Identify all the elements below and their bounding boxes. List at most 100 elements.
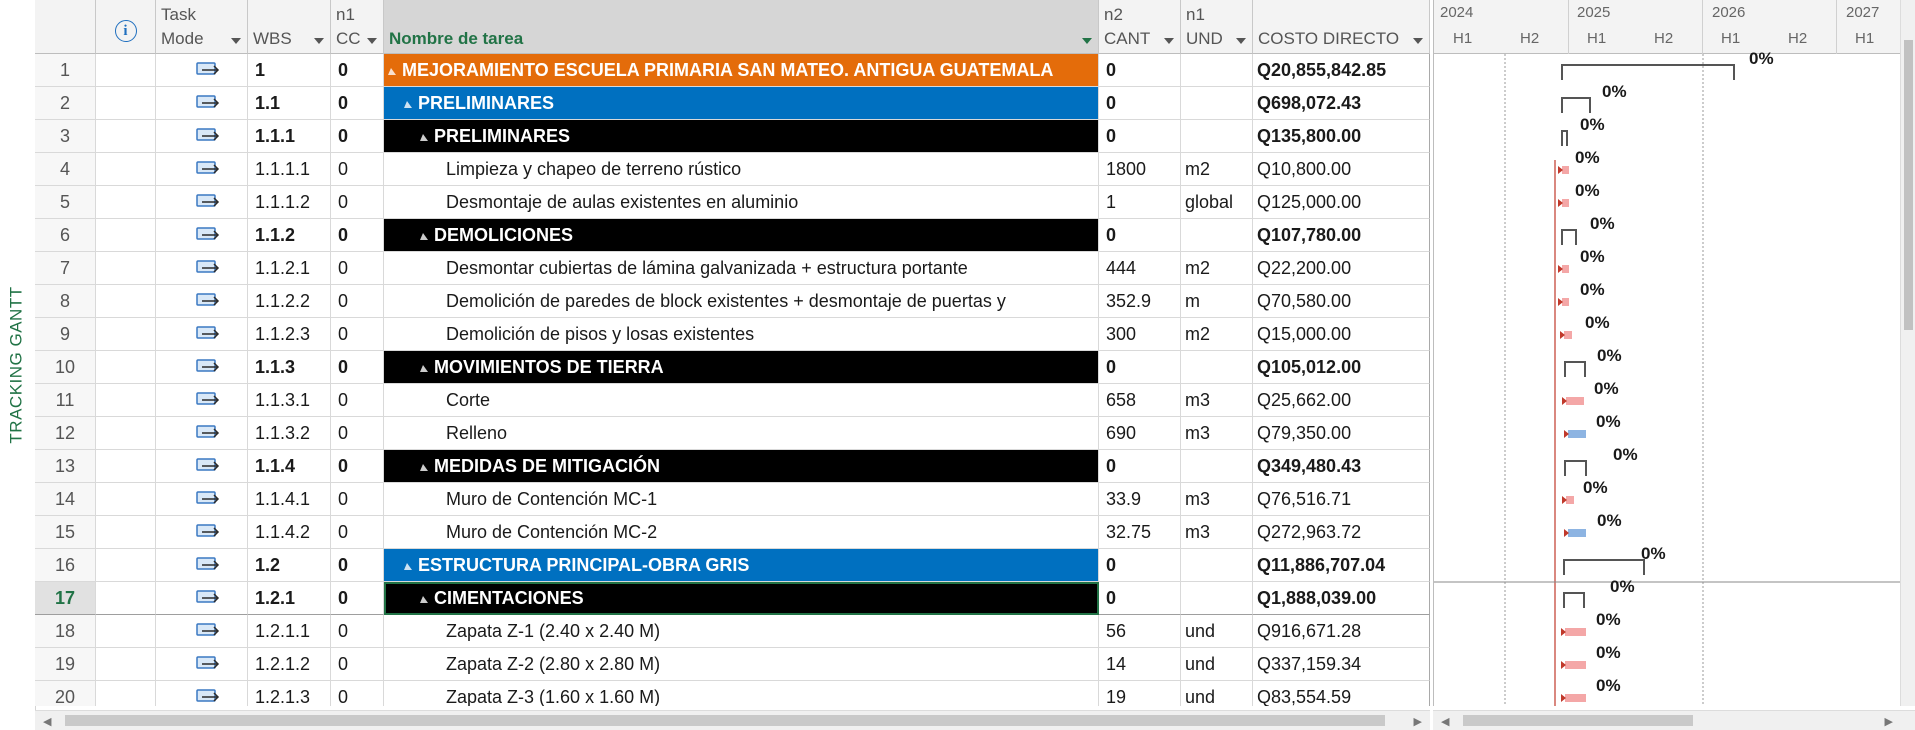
row-id-cell[interactable]: 1 bbox=[35, 54, 96, 87]
cost-cell[interactable]: Q698,072.43 bbox=[1253, 87, 1430, 120]
indicators-cell[interactable] bbox=[96, 252, 156, 285]
sheet-horizontal-scrollbar[interactable]: ◀ ▶ bbox=[35, 710, 1430, 730]
und-cell[interactable] bbox=[1181, 450, 1253, 483]
column-header-task-mode[interactable]: Task Mode bbox=[156, 0, 248, 54]
scroll-right-arrow-icon[interactable]: ▶ bbox=[1885, 715, 1893, 728]
und-cell[interactable] bbox=[1181, 582, 1253, 615]
indicators-cell[interactable] bbox=[96, 483, 156, 516]
task-name-cell[interactable]: Zapata Z-1 (2.40 x 2.40 M) bbox=[384, 615, 1099, 648]
table-row[interactable]: 1 1 0 MEJORAMIENTO ESCUELA PRIMARIA SAN MAT… bbox=[35, 54, 1430, 87]
cc-cell[interactable]: 0 bbox=[331, 417, 384, 450]
cant-cell[interactable]: 1800 bbox=[1099, 153, 1181, 186]
cant-cell[interactable]: 0 bbox=[1099, 54, 1181, 87]
table-row[interactable]: 13 1.1.4 0 MEDIDAS DE MITIGACIÓN 0 Q349,480.4… bbox=[35, 450, 1430, 483]
cant-cell[interactable]: 0 bbox=[1099, 120, 1181, 153]
gantt-chart[interactable]: 2024 2025 2026 2027 H1 H2 H1 H2 H1 H2 H1… bbox=[1433, 0, 1901, 706]
cant-cell[interactable]: 0 bbox=[1099, 582, 1181, 615]
cc-cell[interactable]: 0 bbox=[331, 582, 384, 615]
filter-dropdown-icon[interactable] bbox=[1413, 38, 1423, 44]
filter-dropdown-icon[interactable] bbox=[1164, 38, 1174, 44]
row-id-cell[interactable]: 7 bbox=[35, 252, 96, 285]
wbs-cell[interactable]: 1.1.4.2 bbox=[248, 516, 331, 549]
cant-cell[interactable]: 56 bbox=[1099, 615, 1181, 648]
indicators-cell[interactable] bbox=[96, 549, 156, 582]
task-name-cell[interactable]: CIMENTACIONES bbox=[384, 582, 1099, 615]
wbs-cell[interactable]: 1.1.3 bbox=[248, 351, 331, 384]
table-row[interactable]: 10 1.1.3 0 MOVIMIENTOS DE TIERRA 0 Q105,012.0… bbox=[35, 351, 1430, 384]
wbs-cell[interactable]: 1.1.3.2 bbox=[248, 417, 331, 450]
und-cell[interactable]: m2 bbox=[1181, 318, 1253, 351]
cc-cell[interactable]: 0 bbox=[331, 54, 384, 87]
cant-cell[interactable]: 32.75 bbox=[1099, 516, 1181, 549]
cc-cell[interactable]: 0 bbox=[331, 516, 384, 549]
wbs-cell[interactable]: 1.1.1.1 bbox=[248, 153, 331, 186]
row-id-cell[interactable]: 9 bbox=[35, 318, 96, 351]
column-header-cc[interactable]: n1 CC bbox=[331, 0, 384, 54]
task-name-cell[interactable]: Relleno bbox=[384, 417, 1099, 450]
und-cell[interactable] bbox=[1181, 549, 1253, 582]
filter-dropdown-icon[interactable] bbox=[1236, 38, 1246, 44]
scroll-left-arrow-icon[interactable]: ◀ bbox=[1441, 715, 1449, 728]
indicators-cell[interactable] bbox=[96, 285, 156, 318]
cant-cell[interactable]: 0 bbox=[1099, 87, 1181, 120]
cc-cell[interactable]: 0 bbox=[331, 318, 384, 351]
indicators-cell[interactable] bbox=[96, 648, 156, 681]
gantt-horizontal-scrollbar[interactable]: ◀ ▶ bbox=[1433, 710, 1915, 730]
view-bar[interactable]: TRACKING GANTT bbox=[0, 0, 36, 729]
task-mode-cell[interactable] bbox=[156, 120, 248, 153]
und-cell[interactable] bbox=[1181, 219, 1253, 252]
filter-dropdown-icon[interactable] bbox=[231, 38, 241, 44]
row-id-cell[interactable]: 10 bbox=[35, 351, 96, 384]
cant-cell[interactable]: 14 bbox=[1099, 648, 1181, 681]
cant-cell[interactable]: 352.9 bbox=[1099, 285, 1181, 318]
indicators-cell[interactable] bbox=[96, 318, 156, 351]
cost-cell[interactable]: Q10,800.00 bbox=[1253, 153, 1430, 186]
scroll-right-arrow-icon[interactable]: ▶ bbox=[1414, 715, 1422, 728]
collapse-triangle-icon[interactable] bbox=[420, 464, 428, 471]
table-row[interactable]: 3 1.1.1 0 PRELIMINARES 0 Q135,800.00 bbox=[35, 120, 1430, 153]
task-name-cell[interactable]: Desmontar cubiertas de lámina galvanizad… bbox=[384, 252, 1099, 285]
table-row[interactable]: 12 1.1.3.2 0 Relleno 690 m3 Q79,350.00 bbox=[35, 417, 1430, 450]
collapse-triangle-icon[interactable] bbox=[420, 596, 428, 603]
table-row[interactable]: 15 1.1.4.2 0 Muro de Contención MC-2 32.75 m3… bbox=[35, 516, 1430, 549]
und-cell[interactable] bbox=[1181, 87, 1253, 120]
column-header-und[interactable]: n1 UND bbox=[1181, 0, 1253, 54]
column-header-wbs[interactable]: WBS bbox=[248, 0, 331, 54]
cc-cell[interactable]: 0 bbox=[331, 615, 384, 648]
cost-cell[interactable]: Q349,480.43 bbox=[1253, 450, 1430, 483]
cant-cell[interactable]: 300 bbox=[1099, 318, 1181, 351]
filter-dropdown-icon[interactable] bbox=[314, 38, 324, 44]
cc-cell[interactable]: 0 bbox=[331, 285, 384, 318]
cost-cell[interactable]: Q70,580.00 bbox=[1253, 285, 1430, 318]
scroll-thumb[interactable] bbox=[65, 715, 1385, 726]
indicators-cell[interactable] bbox=[96, 153, 156, 186]
cost-cell[interactable]: Q135,800.00 bbox=[1253, 120, 1430, 153]
scroll-thumb[interactable] bbox=[1463, 715, 1693, 726]
indicators-cell[interactable] bbox=[96, 54, 156, 87]
table-row[interactable]: 16 1.2 0 ESTRUCTURA PRINCIPAL-OBRA GRIS 0 Q11… bbox=[35, 549, 1430, 582]
task-mode-cell[interactable] bbox=[156, 450, 248, 483]
cc-cell[interactable]: 0 bbox=[331, 252, 384, 285]
column-header-indicators[interactable]: i bbox=[96, 0, 156, 54]
cant-cell[interactable]: 0 bbox=[1099, 549, 1181, 582]
vertical-scrollbar[interactable] bbox=[1900, 0, 1915, 706]
und-cell[interactable]: und bbox=[1181, 648, 1253, 681]
und-cell[interactable] bbox=[1181, 351, 1253, 384]
task-mode-cell[interactable] bbox=[156, 582, 248, 615]
task-mode-cell[interactable] bbox=[156, 54, 248, 87]
cant-cell[interactable]: 0 bbox=[1099, 351, 1181, 384]
table-row[interactable]: 11 1.1.3.1 0 Corte 658 m3 Q25,662.00 bbox=[35, 384, 1430, 417]
indicators-cell[interactable] bbox=[96, 450, 156, 483]
task-mode-cell[interactable] bbox=[156, 252, 248, 285]
row-id-cell[interactable]: 16 bbox=[35, 549, 96, 582]
indicators-cell[interactable] bbox=[96, 186, 156, 219]
row-id-cell[interactable]: 13 bbox=[35, 450, 96, 483]
wbs-cell[interactable]: 1.1.2 bbox=[248, 219, 331, 252]
task-name-cell[interactable]: PRELIMINARES bbox=[384, 120, 1099, 153]
und-cell[interactable]: m2 bbox=[1181, 252, 1253, 285]
cc-cell[interactable]: 0 bbox=[331, 351, 384, 384]
scroll-thumb[interactable] bbox=[1904, 40, 1913, 330]
column-header-cant[interactable]: n2 CANT bbox=[1099, 0, 1181, 54]
task-mode-cell[interactable] bbox=[156, 87, 248, 120]
indicators-cell[interactable] bbox=[96, 384, 156, 417]
